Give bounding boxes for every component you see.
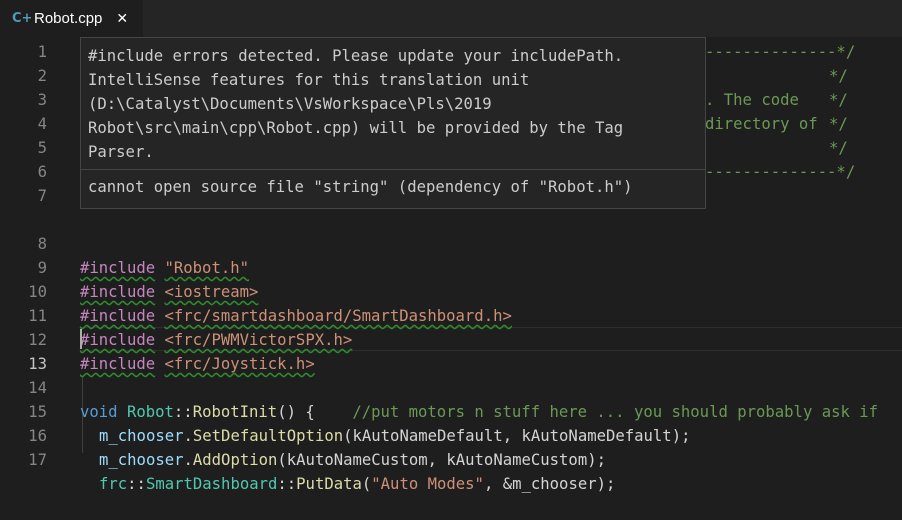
line-number: 1 [37,43,47,61]
code-fragment: */ [829,67,848,85]
hover-message-line: (D:\Catalyst\Documents\VsWorkspace\Pls\2… [88,95,492,113]
code-line: 9 #include <iostream> [0,232,902,301]
code-line: 13 [0,328,902,373]
function-name: AddOption [192,451,278,469]
code-line: 10 #include <frc/smartdashboard/SmartDas… [0,256,902,325]
tab-label: Robot.cpp [34,10,103,27]
code-line: 11 #include <frc/PWMVictorSPX.h> [0,280,902,349]
line-number: 3 [37,91,47,109]
code-line: 14 void Robot::RobotInit() { //put motor… [0,352,902,421]
hover-message-line: IntelliSense features for this translati… [88,71,530,89]
code-fragment: */ [829,115,848,133]
code-text: , &m_chooser); [483,475,616,493]
hover-message-line: Robot\src\main\cpp\Robot.cpp) will be pr… [88,119,624,137]
line-number: 6 [37,163,47,181]
hover-message-line: Parser. [88,143,154,161]
code-line: 15 m_chooser.SetDefaultOption(kAutoNameD… [0,376,902,445]
namespace-name: frc [99,475,128,493]
line-number: 7 [37,187,47,205]
tab-bar: C+ Robot.cpp ✕ [0,0,902,37]
string-literal: "Auto Modes" [371,475,484,493]
code-fragment: directory of [705,115,818,133]
code-line: 17 frc::SmartDashboard::PutData("Auto Mo… [0,424,902,493]
line-number: 4 [37,115,47,133]
code-text: ( [361,475,372,493]
line-number: 17 [28,451,47,469]
code-text: (kAutoNameCustom, kAutoNameCustom); [277,451,606,469]
code-editor[interactable]: 1 --------------*/ 2 */ 3 . The code */ 4 dir… [0,37,902,493]
code-line: 12 #include <frc/Joystick.h> [0,304,902,373]
scope-operator: :: [277,475,297,493]
code-fragment: . The code [705,91,799,109]
variable-name: m_chooser [99,451,184,469]
scope-operator: :: [127,475,146,493]
close-icon[interactable]: ✕ [116,11,128,27]
cpp-file-icon: C+ [12,11,33,26]
hover-tooltip: #include errors detected. Please update … [80,37,706,209]
hover-message: #include errors detected. Please update … [81,38,705,169]
hover-message-line: #include errors detected. Please update … [88,47,624,65]
function-name: PutData [296,475,362,493]
text-cursor [80,329,82,349]
line-number: 5 [37,139,47,157]
hover-error-message: cannot open source file "string" (depend… [88,178,633,196]
code-text: . [183,451,193,469]
code-fragment: --------------*/ [705,43,856,61]
code-fragment: --------------*/ [705,163,856,181]
code-fragment: */ [829,91,848,109]
class-name: SmartDashboard [145,475,278,493]
tab-robot-cpp[interactable]: C+ Robot.cpp ✕ [0,0,143,37]
code-line: 16 m_chooser.AddOption(kAutoNameCustom, … [0,400,902,469]
code-line: 8 #include "Robot.h" [0,208,902,277]
code-fragment: */ [829,139,848,157]
line-number: 2 [37,67,47,85]
